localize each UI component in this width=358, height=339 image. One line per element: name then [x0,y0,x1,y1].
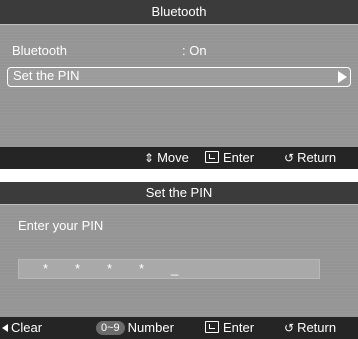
footer-clear-label: Clear [11,320,43,335]
footer-move: ⇕ Move [144,147,189,169]
footer-return[interactable]: ↺ Return [284,317,336,339]
footer-return-label: Return [297,320,337,335]
menu-item-bluetooth[interactable]: Bluetooth : On [7,42,351,60]
set-pin-title: Set the PIN [0,182,358,204]
bluetooth-menu-title: Bluetooth [0,0,358,24]
bluetooth-menu-body: Bluetooth : On Set the PIN [0,24,358,149]
enter-icon [205,321,219,333]
menu-item-set-pin-label: Set the PIN [13,68,80,83]
set-pin-panel: Set the PIN Enter your PIN * * * * _ Cle… [0,182,358,339]
set-pin-body: Enter your PIN * * * * _ [0,204,358,318]
return-icon: ↺ [284,151,295,165]
bluetooth-menu-footer: ⇕ Move Enter ↺ Return [0,147,358,169]
bluetooth-menu-panel: Bluetooth Bluetooth : On Set the PIN ⇕ Mo… [0,0,358,169]
pin-input[interactable]: * * * * _ [18,259,320,279]
menu-item-bluetooth-value: : On [182,43,207,58]
enter-icon [205,151,219,163]
menu-item-bluetooth-label: Bluetooth [12,43,67,58]
pin-char: * [75,261,81,276]
return-icon: ↺ [284,321,295,335]
menu-item-set-pin[interactable]: Set the PIN [7,67,351,87]
pin-char: * [107,261,113,276]
footer-number: 0~9 Number [96,317,174,339]
pin-char: * [139,261,145,276]
footer-enter-label: Enter [223,150,255,165]
right-arrow-icon [338,71,347,83]
set-pin-footer: Clear 0~9 Number Enter ↺ Return [0,317,358,339]
footer-clear[interactable]: Clear [2,317,42,339]
footer-return-label: Return [297,150,337,165]
footer-return[interactable]: ↺ Return [284,147,336,169]
footer-enter[interactable]: Enter [205,317,254,339]
left-arrow-icon [2,324,8,332]
number-key-badge: 0~9 [96,321,125,335]
pin-char: * [43,261,49,276]
footer-enter-label: Enter [223,320,255,335]
pin-prompt: Enter your PIN [18,218,104,233]
footer-number-label: Number [127,320,174,335]
footer-enter[interactable]: Enter [205,147,254,169]
up-down-arrow-icon: ⇕ [144,151,155,165]
footer-move-label: Move [157,150,189,165]
pin-cursor: _ [171,261,179,276]
